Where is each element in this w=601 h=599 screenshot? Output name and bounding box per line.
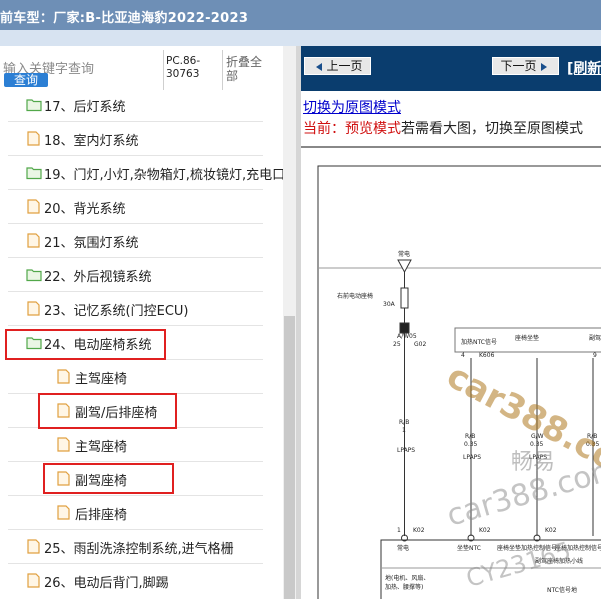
search-button[interactable]: 查询 <box>4 73 48 87</box>
toolbar-divider <box>222 50 223 90</box>
page-icon <box>27 301 40 320</box>
tree-item-17[interactable]: 17、后灯系统 <box>0 88 296 122</box>
label-w1-code: LPAPS <box>397 447 415 454</box>
label-gnd2: 加热、腰撑等) <box>385 583 423 591</box>
highlight-box <box>43 463 174 494</box>
tree-item-18[interactable]: 18、室内灯系统 <box>0 122 296 156</box>
label-pin-25: 25 <box>393 341 401 348</box>
tree-item-label: 主驾座椅 <box>75 372 128 387</box>
scrollbar-thumb[interactable] <box>284 316 295 599</box>
collapse-all-line1: 折叠全 <box>226 55 263 69</box>
tree-item-19[interactable]: 19、门灯,小灯,杂物箱灯,梳妆镜灯,充电口照 <box>0 156 296 190</box>
tree-item-label: 19、门灯,小灯,杂物箱灯,梳妆镜灯,充电口照 <box>44 168 296 183</box>
label-k606: K606 <box>479 352 495 359</box>
label-ntc-gnd: NTC信号地 <box>547 586 577 594</box>
label-sig-sub: 副驾 <box>589 334 601 342</box>
pc-code-line2: 30763 <box>166 68 200 80</box>
mode-preview-label: 预览模式 <box>345 121 401 137</box>
refresh-link[interactable]: [刷新 <box>567 58 601 78</box>
page-icon <box>27 539 40 558</box>
mode-status: 当前：预览模式若需看大图，切换至原图模式 <box>303 118 583 138</box>
tree-item-label: 17、后灯系统 <box>44 100 126 115</box>
tree-item-label: 22、外后视镜系统 <box>44 270 152 285</box>
wiring-diagram: 常电 右前电动座椅 30A A/W05 25 G02 加热NTC信号 座椅坐垫 … <box>301 148 601 599</box>
label-w2-color: R/B <box>465 433 475 440</box>
label-sig-heat: 加热NTC信号 <box>461 338 497 346</box>
tree-item-label: 23、记忆系统(门控ECU) <box>44 304 189 319</box>
mode-hint: 若需看大图，切换至原图模式 <box>401 121 583 137</box>
switch-mode-link[interactable]: 切换为原图模式 <box>303 97 401 117</box>
toolbar-strip <box>0 30 601 46</box>
collapse-all-button[interactable]: 折叠全 部 <box>226 55 262 83</box>
label-power: 常电 <box>398 250 410 258</box>
tree-item-26[interactable]: 26、电动后背门,脚踢 <box>0 564 296 598</box>
label-w2-code: LPAPS <box>463 454 481 461</box>
tree-item-label: 25、雨刮洗涤控制系统,进气格栅 <box>44 542 234 557</box>
page-icon <box>27 131 40 150</box>
tree-item-driver-seat[interactable]: 主驾座椅 <box>0 360 296 394</box>
label-9: 9 <box>593 352 597 359</box>
label-k02b: K02 <box>479 527 491 534</box>
label-conn-a: A/W05 <box>397 333 417 340</box>
tree-item-23[interactable]: 23、记忆系统(门控ECU) <box>0 292 296 326</box>
folder-open-icon <box>26 267 42 286</box>
folder-open-icon <box>26 165 42 184</box>
viewer-navbar: 上一页 下一页 [刷新 <box>301 46 601 91</box>
label-fuse-name: 右前电动座椅 <box>337 292 373 300</box>
label-fuse-rating: 30A <box>383 301 396 308</box>
next-page-label: 下一页 <box>500 59 537 73</box>
folder-open-icon <box>26 97 42 116</box>
document-viewer: 上一页 下一页 [刷新 切换为原图模式 当前：预览模式若需看大图，切换至原图模式 <box>301 46 601 599</box>
prev-page-label: 上一页 <box>326 59 363 73</box>
sidebar-tree: 输入关键字查询 查询 PC.86- 30763 折叠全 部 17、后灯系统 18… <box>0 46 296 599</box>
highlight-box <box>5 329 166 360</box>
label-box-ntc: 坐垫NTC <box>457 544 481 552</box>
label-pin-g02: G02 <box>414 341 426 348</box>
tree-item-22[interactable]: 22、外后视镜系统 <box>0 258 296 292</box>
arrow-left-icon <box>316 62 323 71</box>
sidebar-scrollbar[interactable] <box>283 46 296 599</box>
tree-item-25[interactable]: 25、雨刮洗涤控制系统,进气格栅 <box>0 530 296 564</box>
label-sig-seat: 座椅坐垫 <box>515 334 539 342</box>
page-icon <box>57 369 70 388</box>
window-title: 前车型：厂家:B-比亚迪海豹2022-2023 <box>0 11 249 26</box>
collapse-all-line2: 部 <box>226 69 239 83</box>
arrow-right-icon <box>540 62 547 71</box>
page-icon <box>27 233 40 252</box>
tree-item-label: 26、电动后背门,脚踢 <box>44 576 169 591</box>
next-page-button[interactable]: 下一页 <box>492 57 559 75</box>
page-icon <box>27 199 40 218</box>
tree-item-20[interactable]: 20、背光系统 <box>0 190 296 224</box>
tree-item-driver-seat-2[interactable]: 主驾座椅 <box>0 428 296 462</box>
label-pin-1: 1 <box>397 527 401 534</box>
page-icon <box>57 437 70 456</box>
tree-item-21[interactable]: 21、氛围灯系统 <box>0 224 296 258</box>
page-icon <box>27 573 40 592</box>
pc-code: PC.86- 30763 <box>166 55 200 81</box>
label-w2-size: 0.35 <box>464 441 478 448</box>
highlight-box <box>38 393 177 429</box>
mode-current-label: 当前： <box>303 121 345 137</box>
toolbar-divider <box>163 50 164 90</box>
label-gnd1: 地(电机、风扇、 <box>385 574 429 582</box>
title-bar: 前车型：厂家:B-比亚迪海豹2022-2023 <box>0 0 601 30</box>
prev-page-button[interactable]: 上一页 <box>304 57 371 75</box>
tree-item-label: 主驾座椅 <box>75 440 128 455</box>
label-w1-color: R/B <box>399 419 409 426</box>
label-w1-size: 1 <box>402 427 406 434</box>
label-k02a: K02 <box>413 527 425 534</box>
label-box-power: 常电 <box>397 544 409 552</box>
tree-item-rear-seat[interactable]: 后排座椅 <box>0 496 296 530</box>
label-k02c: K02 <box>545 527 557 534</box>
tree-item-label: 18、室内灯系统 <box>44 134 139 149</box>
tree-item-label: 21、氛围灯系统 <box>44 236 139 251</box>
pc-code-line1: PC.86- <box>166 55 201 67</box>
page-icon <box>57 505 70 524</box>
tree-item-label: 20、背光系统 <box>44 202 126 217</box>
tree-item-label: 后排座椅 <box>75 508 128 523</box>
